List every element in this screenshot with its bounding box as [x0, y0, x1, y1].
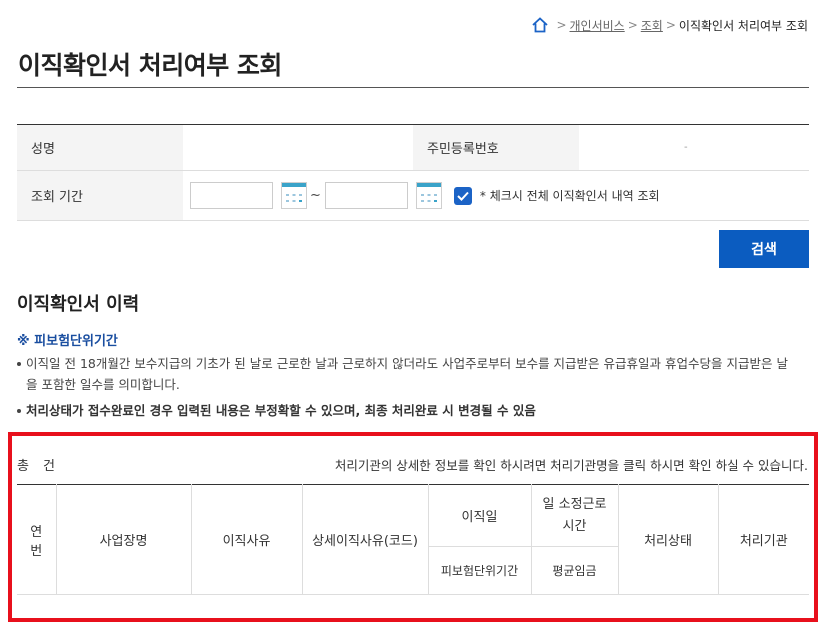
name-label: 성명: [17, 125, 183, 170]
period-controls: ~ * 체크시 전체 이직확인서 내역 조회: [183, 171, 809, 220]
bullet-dot: [17, 362, 21, 366]
name-value: [183, 125, 413, 170]
breadcrumb-item-personal-service[interactable]: 개인서비스: [570, 17, 625, 34]
date-to-input[interactable]: [324, 182, 408, 209]
breadcrumb-current: 이직확인서 처리여부 조회: [678, 18, 808, 33]
breadcrumb-separator: >: [627, 18, 638, 32]
breadcrumb-separator: >: [665, 18, 676, 32]
breadcrumb-separator: >: [556, 18, 567, 32]
bullet-text: 처리상태가 접수완료인 경우 입력된 내용은 부정확할 수 있으며, 최종 처리…: [26, 403, 536, 418]
calendar-icon[interactable]: [281, 182, 307, 209]
resident-number-label: 주민등록번호: [413, 125, 579, 170]
check-all-label: * 체크시 전체 이직확인서 내역 조회: [479, 189, 660, 203]
status-warning-note: 처리상태가 접수완료인 경우 입력된 내용은 부정확할 수 있으며, 최종 처리…: [17, 400, 797, 421]
results-highlight-box: [8, 432, 818, 622]
history-section-title: 이직확인서 이력: [17, 294, 140, 315]
checkmark-icon: [457, 191, 469, 201]
title-divider: [17, 87, 809, 88]
insured-period-note-title: ※ 피보험단위기간: [17, 334, 118, 349]
bullet-text: 이직일 전 18개월간 보수지급의 기초가 된 날로 근로한 날과 근로하지 않…: [26, 356, 788, 392]
resident-number-value: -: [684, 142, 688, 153]
search-form: 성명 주민등록번호 - 조회 기간 ~ * 체크시 전체 이직확인서 내역 조회: [17, 124, 809, 221]
form-row-period: 조회 기간 ~ * 체크시 전체 이직확인서 내역 조회: [17, 171, 809, 221]
form-row-personal-info: 성명 주민등록번호 -: [17, 125, 809, 171]
date-range-separator: ~: [310, 188, 321, 203]
check-all-checkbox[interactable]: [453, 186, 472, 205]
date-from-input[interactable]: [190, 182, 273, 209]
home-icon[interactable]: [531, 16, 549, 34]
breadcrumb: > 개인서비스 > 조회 > 이직확인서 처리여부 조회: [531, 14, 808, 36]
page-title: 이직확인서 처리여부 조회: [18, 51, 282, 80]
bullet-dot: [17, 409, 21, 413]
period-label: 조회 기간: [17, 171, 183, 220]
search-button[interactable]: 검색: [719, 230, 809, 268]
calendar-icon[interactable]: [415, 182, 442, 209]
breadcrumb-item-inquiry[interactable]: 조회: [641, 17, 663, 34]
insured-period-description: 이직일 전 18개월간 보수지급의 기초가 된 날로 근로한 날과 근로하지 않…: [17, 353, 797, 395]
